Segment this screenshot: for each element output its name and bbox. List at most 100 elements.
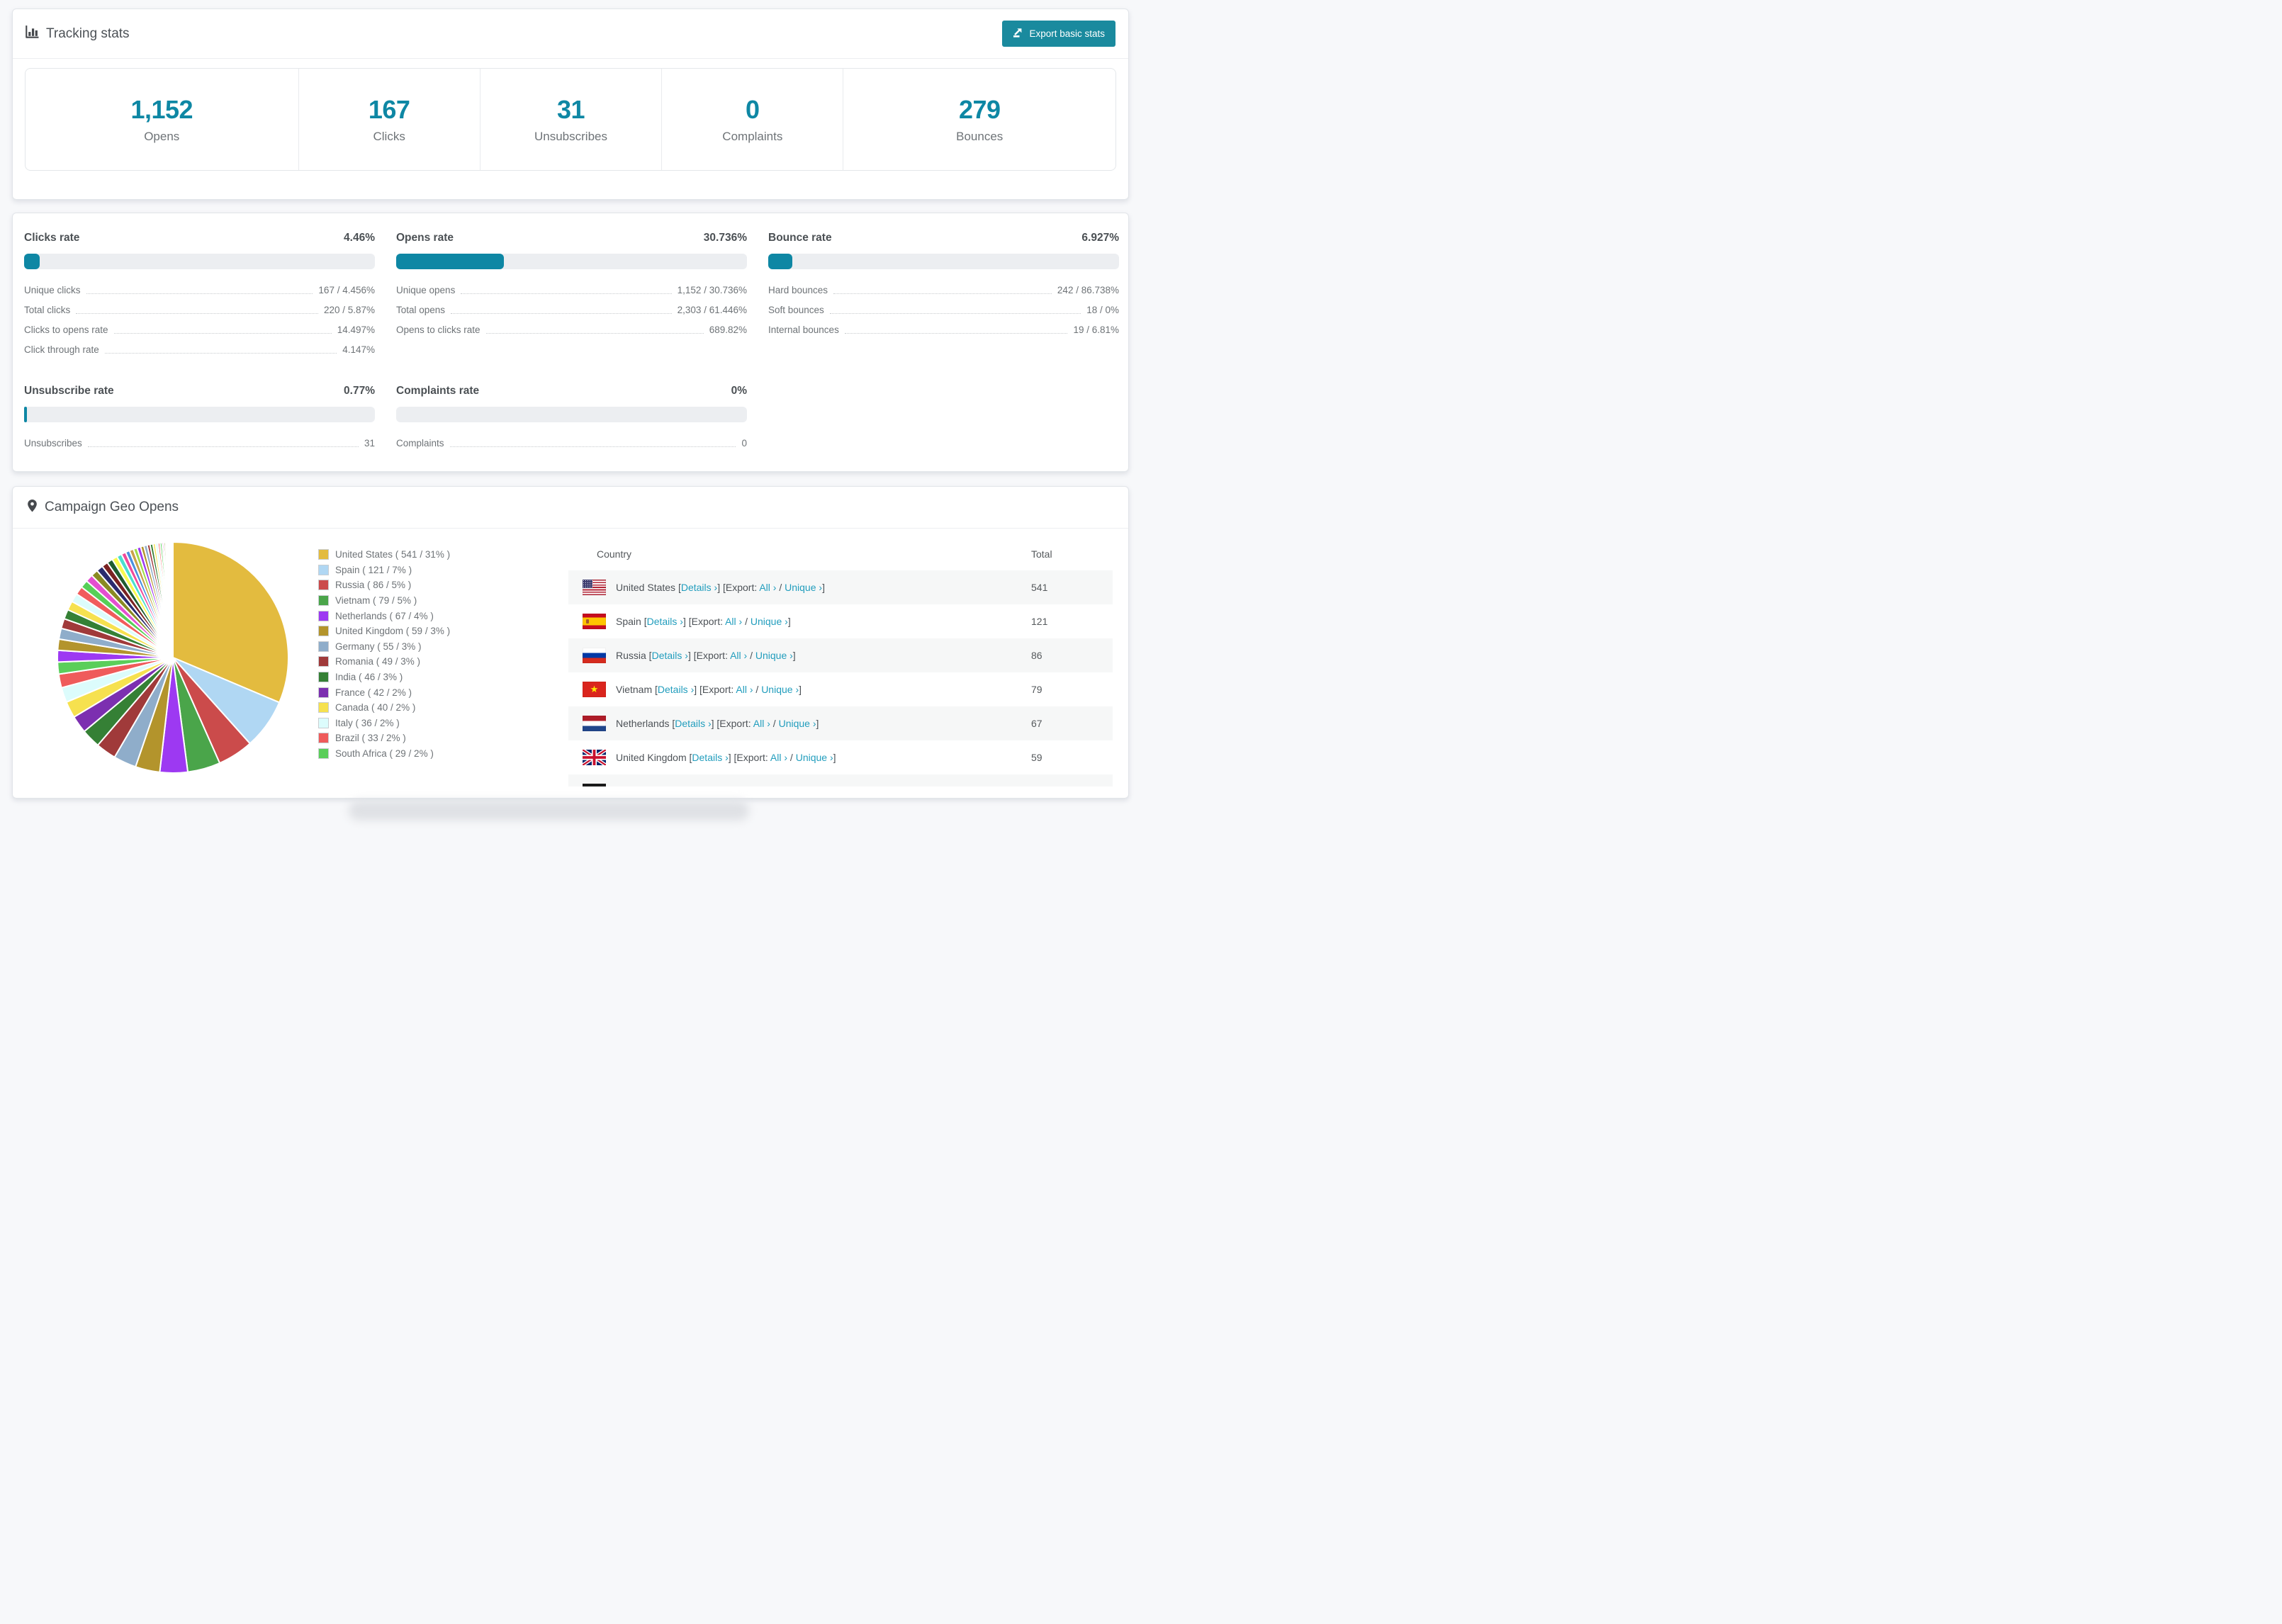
tracking-stats-header: Tracking stats Export basic stats [13,9,1128,59]
export-unique-link[interactable]: Unique › [779,718,816,729]
stat-cell-unsubscribes: 31 Unsubscribes [479,69,661,170]
legend-label: Romania ( 49 / 3% ) [335,656,421,667]
export-unique-link[interactable]: Unique › [796,752,833,763]
geo-table-body: United States [Details ›] [Export: All ›… [568,570,1113,786]
bracket-text: [ [652,684,658,695]
bracket-text: ] [816,718,819,729]
export-all-link[interactable]: All › [736,684,753,695]
stat-label: Clicks [373,130,405,143]
legend-item[interactable]: Spain ( 121 / 7% ) [318,563,542,578]
rate-row-value: 167 / 4.456% [318,285,375,295]
rate-row-value: 31 [364,438,375,449]
legend-item[interactable]: United Kingdom ( 59 / 3% ) [318,624,542,639]
geo-table-header: Country Total [568,529,1113,570]
country-cell: United States [Details ›] [Export: All ›… [616,582,1031,593]
legend-label: United States ( 541 / 31% ) [335,549,451,560]
page-title-text: Tracking stats [46,26,130,41]
dotted-leader [76,313,318,314]
dotted-leader [829,313,1081,314]
legend-label: Italy ( 36 / 2% ) [335,717,400,728]
export-unique-link[interactable]: Unique › [751,616,788,627]
export-all-link[interactable]: All › [759,582,776,593]
total-value: 59 [1031,752,1042,763]
details-link[interactable]: Details › [658,684,694,695]
legend-swatch [318,733,329,744]
bracket-text: ] [787,616,791,627]
country-name: Russia [616,650,646,661]
legend-swatch [318,672,329,683]
rate-row-label: Clicks to opens rate [24,325,108,335]
bracket-text: ] [Export: [711,718,753,729]
table-row: Russia [Details ›] [Export: All › / Uniq… [568,638,1113,672]
legend-item[interactable]: Germany ( 55 / 3% ) [318,639,542,655]
details-link[interactable]: Details › [681,582,717,593]
geo-pie-chart [56,541,290,774]
total-value: 121 [1031,616,1048,627]
rate-row: Unique opens 1,152 / 30.736% [396,283,747,297]
legend-item[interactable]: United States ( 541 / 31% ) [318,547,542,563]
details-link[interactable]: Details › [692,752,728,763]
country-name: Vietnam [616,684,653,695]
total-value: 86 [1031,650,1042,661]
export-basic-stats-button[interactable]: Export basic stats [1002,21,1115,47]
progress-fill [396,254,505,269]
legend-item[interactable]: Netherlands ( 67 / 4% ) [318,608,542,624]
legend-item[interactable]: France ( 42 / 2% ) [318,684,542,700]
bracket-text: / [776,582,785,593]
bracket-text: / [753,684,762,695]
legend-swatch [318,580,329,591]
details-link[interactable]: Details › [675,718,711,729]
geo-legend: United States ( 541 / 31% ) Spain ( 121 … [318,547,542,761]
country-name: Netherlands [616,718,670,729]
country-flag-icon [583,750,606,765]
bracket-text: / [747,650,755,661]
rate-row: Opens to clicks rate 689.82% [396,323,747,337]
legend-item[interactable]: Canada ( 40 / 2% ) [318,700,542,716]
export-all-link[interactable]: All › [730,650,747,661]
export-unique-link[interactable]: Unique › [761,684,799,695]
legend-item[interactable]: Russia ( 86 / 5% ) [318,577,542,593]
rate-row-value: 689.82% [709,325,747,335]
pie-slice[interactable] [172,541,174,658]
legend-label: Russia ( 86 / 5% ) [335,580,412,591]
export-all-link[interactable]: All › [725,616,742,627]
details-link[interactable]: Details › [652,650,688,661]
export-all-link[interactable]: All › [770,752,787,763]
rate-row-label: Unsubscribes [24,438,82,449]
legend-item[interactable]: Brazil ( 33 / 2% ) [318,731,542,746]
legend-swatch [318,702,329,714]
country-cell: Spain [Details ›] [Export: All › / Uniqu… [616,616,1031,627]
map-pin-icon [27,499,38,517]
legend-label: Germany ( 55 / 3% ) [335,641,422,652]
campaign-geo-opens-card: Campaign Geo Opens United States ( 541 /… [12,486,1129,799]
rate-row-label: Unique clicks [24,285,81,295]
legend-item[interactable]: India ( 46 / 3% ) [318,670,542,685]
rate-title: Clicks rate [24,232,80,244]
rate-row-label: Complaints [396,438,444,449]
progress-fill [24,254,40,269]
details-link[interactable]: Details › [647,616,683,627]
rate-row-value: 220 / 5.87% [323,305,375,315]
dotted-leader [449,446,736,447]
country-cell: Russia [Details ›] [Export: All › / Uniq… [616,650,1031,661]
legend-item[interactable]: Romania ( 49 / 3% ) [318,654,542,670]
legend-swatch [318,610,329,621]
legend-swatch [318,549,329,560]
export-unique-link[interactable]: Unique › [785,582,822,593]
legend-item[interactable]: Italy ( 36 / 2% ) [318,716,542,731]
stat-value: 0 [746,95,760,124]
rate-row-value: 4.147% [342,344,375,355]
rate-value: 0% [731,385,747,397]
legend-item[interactable]: Vietnam ( 79 / 5% ) [318,593,542,609]
legend-label: India ( 46 / 3% ) [335,672,403,683]
bracket-text: ] [Export: [717,582,760,593]
bracket-text: ] [833,752,836,763]
legend-item[interactable]: South Africa ( 29 / 2% ) [318,746,542,762]
country-flag-icon [583,682,606,697]
dotted-leader [485,333,704,334]
country-cell: United Kingdom [Details ›] [Export: All … [616,752,1031,763]
export-unique-link[interactable]: Unique › [755,650,793,661]
rate-row: Clicks to opens rate 14.497% [24,323,375,337]
bracket-text: ] [792,650,796,661]
export-all-link[interactable]: All › [753,718,770,729]
